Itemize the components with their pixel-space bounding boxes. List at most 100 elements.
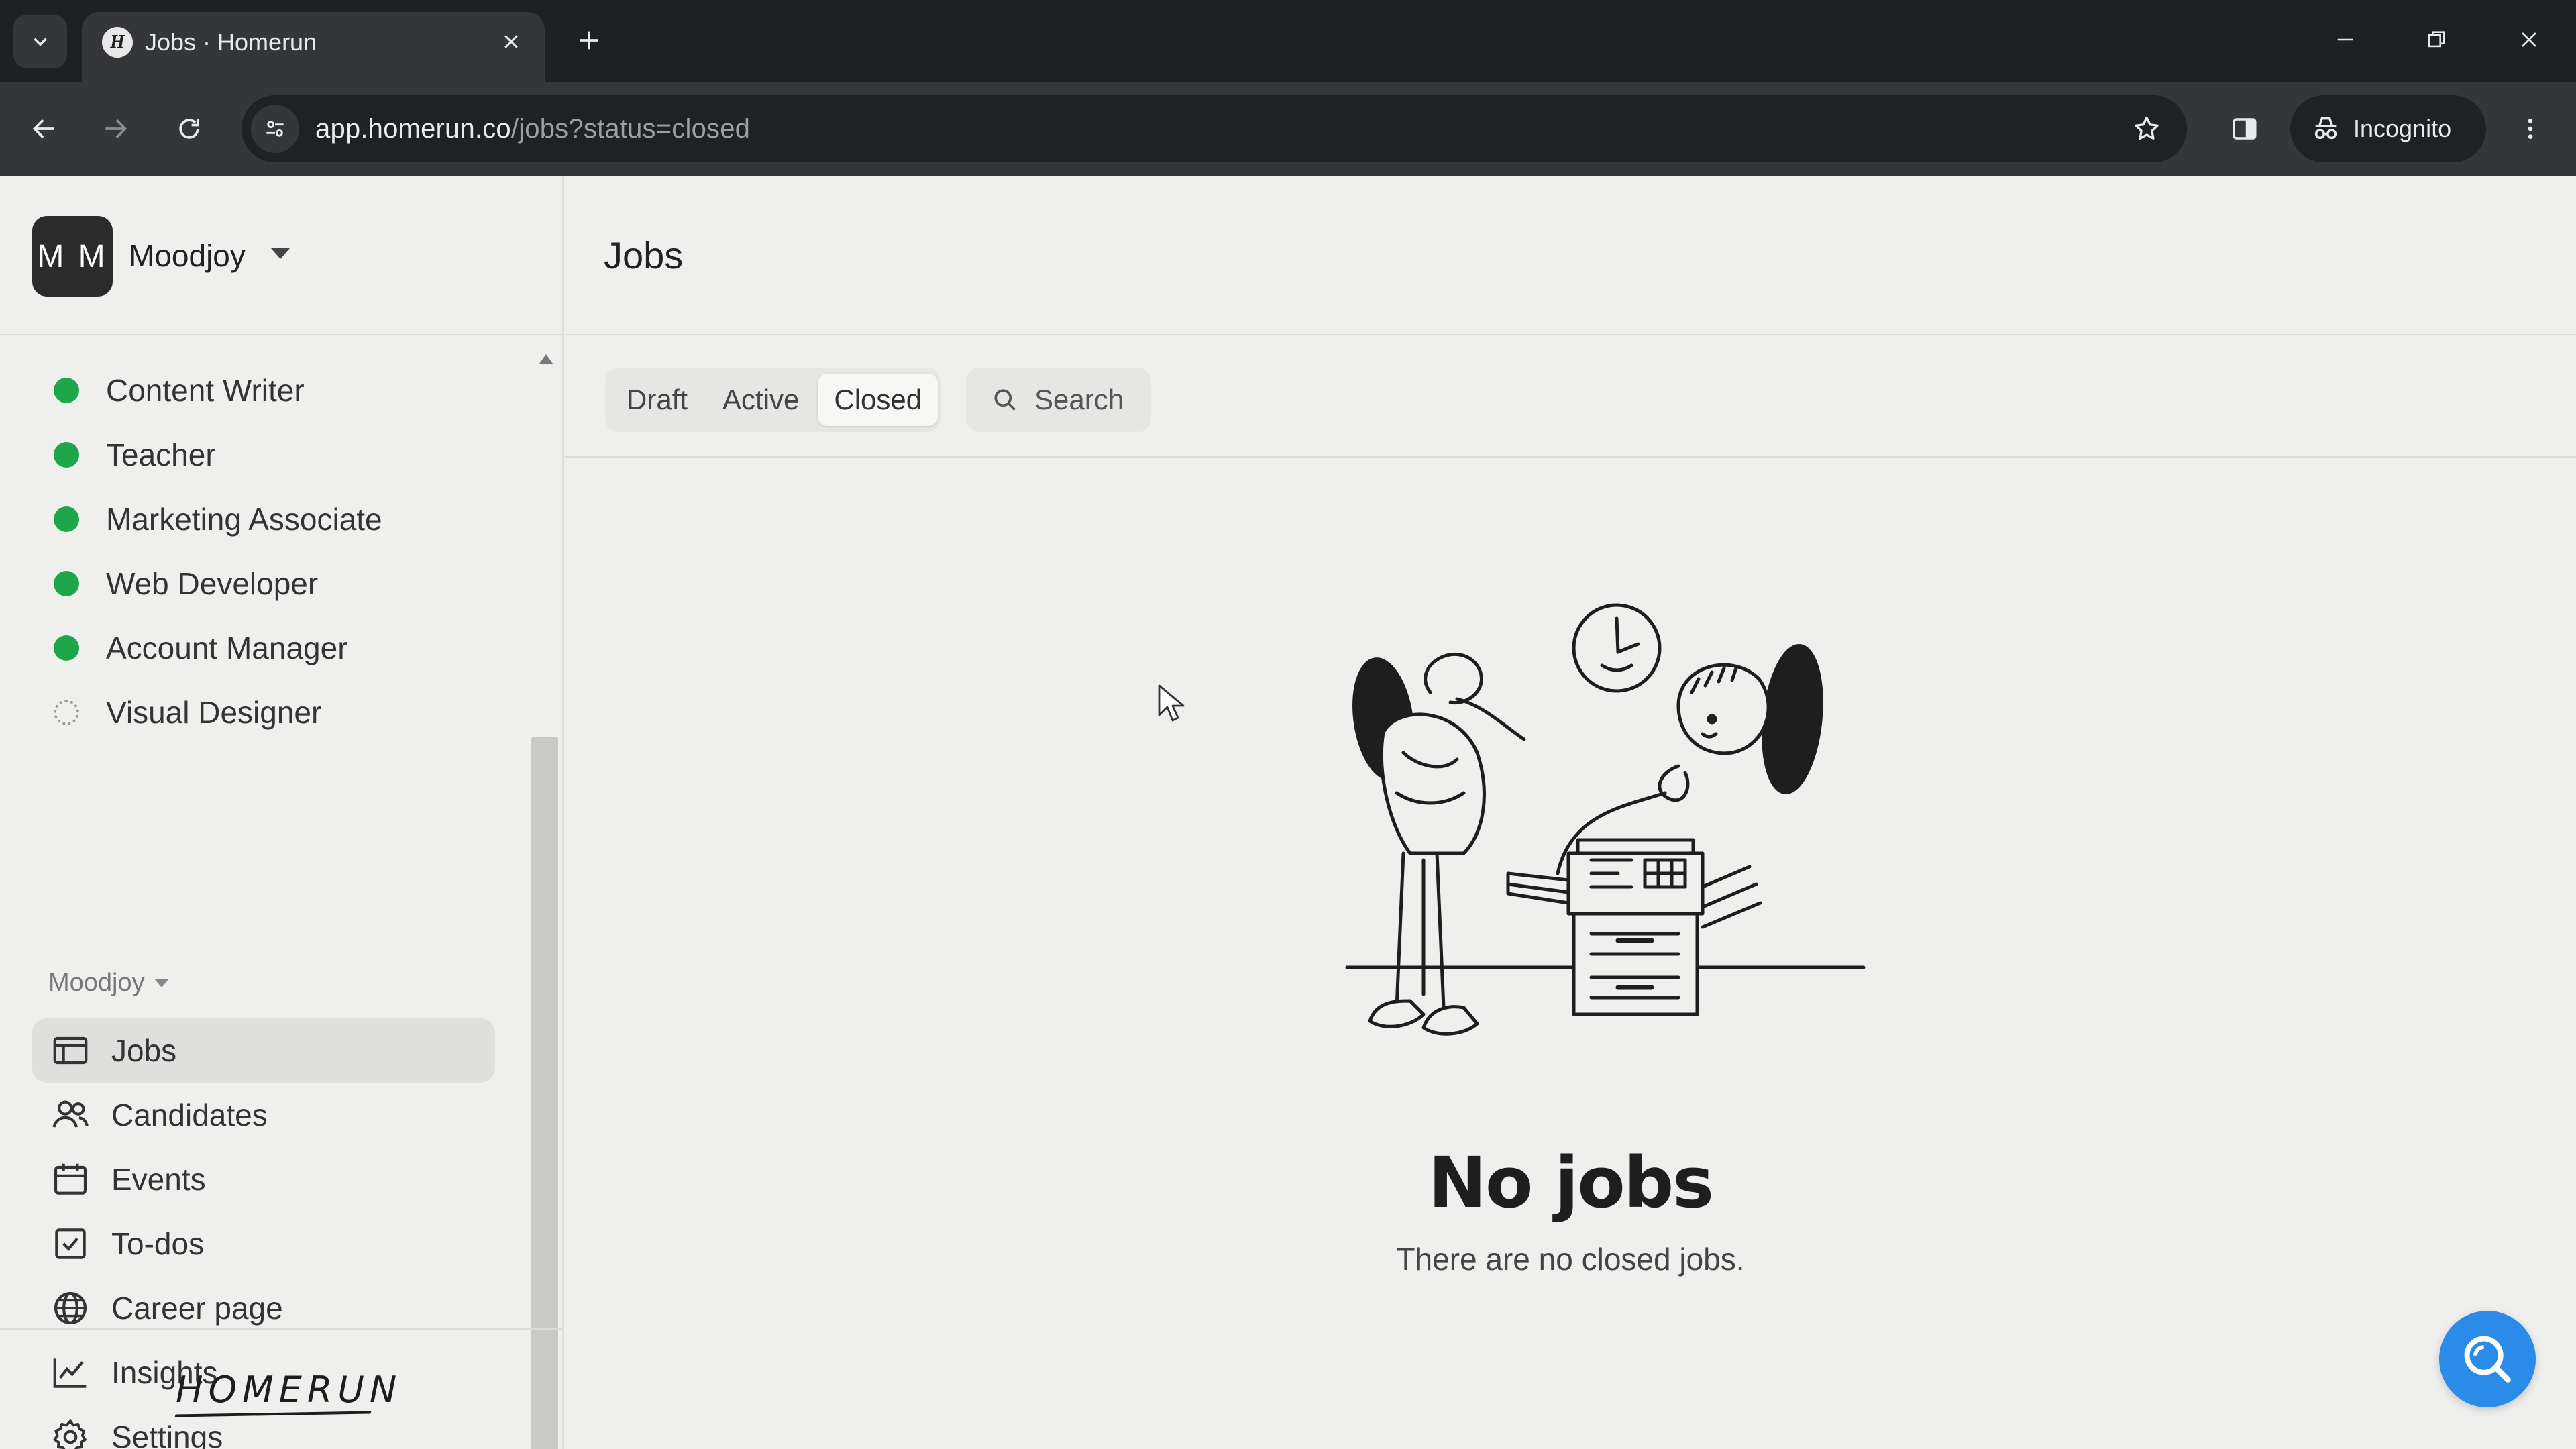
arrow-right-icon — [105, 119, 127, 139]
sidebar-job-label: Account Manager — [106, 631, 348, 665]
sidebar-item-label: To-dos — [111, 1226, 205, 1261]
restore-icon — [2428, 31, 2445, 48]
sidebar-item-label: Jobs — [111, 1033, 177, 1068]
checkbox-icon — [55, 1228, 86, 1259]
sidebar-job-label: Marketing Associate — [106, 502, 382, 537]
sidebar-job-account-manager[interactable]: Account Manager — [54, 621, 348, 675]
star-icon — [2135, 116, 2159, 140]
incognito-indicator[interactable]: Incognito — [2290, 95, 2486, 162]
tab-draft[interactable]: Draft — [610, 374, 704, 426]
avatar: M M — [32, 216, 113, 297]
sidebar-scroll-area: Content Writer Teacher Marketing Associa… — [0, 337, 562, 1449]
sidebar-item-label: Candidates — [111, 1097, 268, 1132]
sidebar-section-toggle[interactable]: Moodjoy — [48, 969, 169, 998]
calendar-icon — [54, 1163, 87, 1195]
mouse-cursor-icon — [1158, 684, 1185, 722]
globe-icon — [54, 1291, 87, 1325]
tab-title: Jobs · Homerun — [145, 28, 317, 56]
sidebar-job-content-writer[interactable]: Content Writer — [54, 364, 305, 417]
sidebar-item-candidates[interactable]: Candidates — [32, 1083, 495, 1147]
sidebar: M M Moodjoy Content Writer Teacher Marke… — [0, 176, 564, 1449]
empty-state-subtitle: There are no closed jobs. — [1396, 1242, 1745, 1277]
sidebar-job-label: Web Developer — [106, 566, 319, 601]
arrow-left-icon — [32, 119, 54, 139]
address-bar[interactable]: app.homerun.co/jobs?status=closed — [241, 95, 2187, 162]
minimize-icon — [2337, 38, 2353, 41]
url-host: app.homerun.co — [315, 114, 511, 144]
browser-tab-bar: H Jobs · Homerun — [0, 0, 2576, 82]
sidebar-job-label: Teacher — [106, 437, 216, 472]
homerun-logo: HOMERUN — [176, 1368, 402, 1411]
sidebar-item-jobs[interactable]: Jobs — [32, 1018, 495, 1083]
url-text: app.homerun.co/jobs?status=closed — [315, 114, 750, 144]
reload-icon — [179, 119, 199, 139]
filter-bar: Draft Active Closed Search — [565, 337, 2576, 458]
homerun-favicon-icon: H — [102, 27, 133, 58]
workspace-name: Moodjoy — [129, 238, 246, 273]
page-title: Jobs — [604, 234, 684, 276]
forward-button[interactable] — [90, 103, 141, 154]
reload-button[interactable] — [164, 103, 215, 154]
minimize-button[interactable] — [2318, 16, 2372, 63]
caret-down-icon — [154, 979, 169, 987]
search-button[interactable]: Search — [966, 368, 1151, 432]
sidebar-scrollbar[interactable] — [530, 337, 561, 1449]
sidebar-item-label: Career page — [111, 1291, 283, 1326]
incognito-icon — [2314, 117, 2337, 140]
main-content: Jobs Draft Active Closed Search No jobs … — [565, 176, 2576, 1449]
sidebar-item-events[interactable]: Events — [32, 1147, 495, 1212]
status-dot-active-icon — [54, 442, 79, 468]
tab-search-button[interactable] — [13, 15, 67, 68]
sidebar-job-label: Content Writer — [106, 373, 305, 408]
empty-state-illustration — [1345, 603, 1866, 1036]
caret-down-icon — [271, 248, 290, 259]
empty-state-title: No jobs — [1428, 1142, 1714, 1224]
tab-close-button[interactable] — [492, 23, 530, 60]
sidebar-item-label: Events — [111, 1162, 206, 1197]
search-icon — [994, 389, 1016, 411]
status-dot-active-icon — [54, 506, 79, 532]
sidebar-footer: HOMERUN — [0, 1328, 562, 1449]
browser-menu-button[interactable] — [2506, 105, 2555, 153]
status-dot-draft-icon — [54, 700, 79, 725]
incognito-label: Incognito — [2353, 115, 2452, 142]
sidebar-job-web-developer[interactable]: Web Developer — [54, 557, 318, 610]
logo-underline — [174, 1411, 372, 1417]
scroll-up-arrow-icon[interactable] — [539, 354, 553, 364]
more-vertical-icon — [2528, 119, 2533, 139]
browser-toolbar: app.homerun.co/jobs?status=closed Incogn… — [0, 82, 2576, 176]
close-icon — [504, 35, 518, 48]
workspace-switcher[interactable]: M M Moodjoy — [0, 176, 562, 335]
jobs-icon — [53, 1036, 88, 1065]
search-label: Search — [1034, 384, 1124, 415]
new-tab-button[interactable] — [568, 19, 610, 62]
plus-icon — [580, 31, 598, 50]
site-info-button[interactable] — [251, 105, 299, 153]
side-panel-icon — [2233, 118, 2257, 140]
chevron-down-icon — [34, 38, 47, 46]
close-icon — [2522, 32, 2536, 47]
help-search-button[interactable] — [2439, 1311, 2536, 1407]
sidebar-job-marketing-associate[interactable]: Marketing Associate — [54, 492, 382, 546]
candidates-icon — [52, 1100, 89, 1128]
tab-active[interactable]: Active — [706, 374, 815, 426]
status-filter-tabs: Draft Active Closed — [605, 368, 941, 432]
tune-icon — [266, 121, 284, 137]
status-dot-active-icon — [54, 378, 79, 403]
sidebar-item-todos[interactable]: To-dos — [32, 1212, 495, 1276]
sidebar-section-label: Moodjoy — [48, 969, 145, 997]
browser-tab-active[interactable]: H Jobs · Homerun — [82, 12, 545, 82]
back-button[interactable] — [19, 103, 70, 154]
bookmark-button[interactable] — [2125, 107, 2168, 150]
restore-button[interactable] — [2410, 16, 2463, 63]
tab-closed[interactable]: Closed — [818, 374, 938, 426]
status-dot-active-icon — [54, 571, 79, 596]
close-window-button[interactable] — [2502, 16, 2556, 63]
search-icon — [2464, 1336, 2511, 1383]
sidebar-job-visual-designer[interactable]: Visual Designer — [54, 686, 321, 739]
side-panel-button[interactable] — [2220, 105, 2269, 153]
sidebar-job-label: Visual Designer — [106, 695, 322, 730]
status-dot-active-icon — [54, 635, 79, 661]
page-header: Jobs — [565, 176, 2576, 335]
sidebar-job-teacher[interactable]: Teacher — [54, 428, 216, 482]
